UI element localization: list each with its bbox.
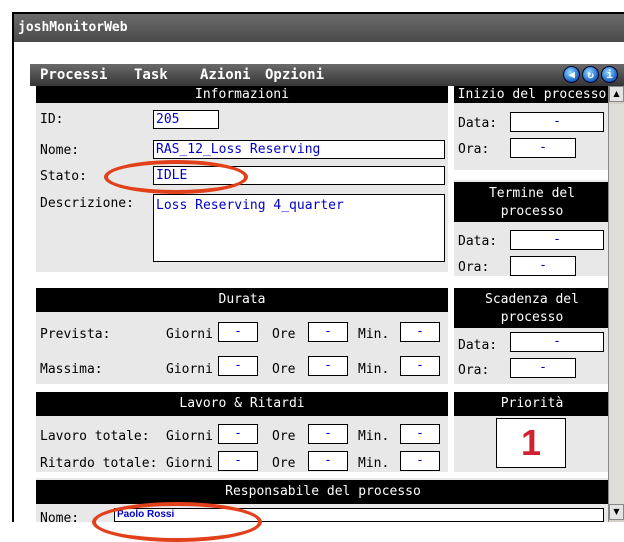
inizio-data-label: Data: (458, 116, 498, 131)
responsabile-nome-label: Nome: (40, 511, 80, 526)
massima-label: Massima: (40, 362, 103, 377)
massima-min-label: Min. (358, 362, 390, 377)
massima-min-field[interactable]: - (400, 356, 440, 376)
scroll-down-icon[interactable]: ▼ (609, 504, 624, 520)
prevista-min-label: Min. (358, 327, 390, 342)
descrizione-field[interactable]: Loss Reserving 4_quarter (153, 194, 445, 262)
lavoro-min-field[interactable]: - (400, 424, 440, 444)
id-label: ID: (40, 112, 64, 127)
scadenza-ora-label: Ora: (458, 363, 490, 378)
lavoro-ore-field[interactable]: - (308, 424, 348, 444)
prevista-label: Prevista: (40, 327, 111, 342)
nome-field[interactable]: RAS_12_Loss Reserving (153, 140, 445, 159)
scadenza-header-line1: Scadenza del (485, 292, 579, 307)
window-title: joshMonitorWeb (14, 14, 624, 42)
prevista-giorni-label: Giorni (166, 327, 213, 342)
massima-giorni-field[interactable]: - (218, 356, 258, 376)
lavoro-totale-label: Lavoro totale: (40, 429, 150, 444)
vertical-scrollbar[interactable]: ▲ ▼ (608, 86, 624, 522)
ritardo-min-field[interactable]: - (400, 451, 440, 471)
prevista-giorni-field[interactable]: - (218, 322, 258, 342)
ritardo-giorni-field[interactable]: - (218, 451, 258, 471)
lavoro-ore-label: Ore (272, 429, 296, 444)
termine-data-field[interactable]: - (510, 230, 604, 250)
termine-ora-label: Ora: (458, 260, 490, 275)
menu-task[interactable]: Task (134, 64, 168, 86)
scadenza-header: Scadenza del processo (454, 288, 610, 328)
lavoro-giorni-field[interactable]: - (218, 424, 258, 444)
massima-giorni-label: Giorni (166, 362, 213, 377)
termine-header: Termine del processo (454, 182, 610, 222)
prevista-ore-label: Ore (272, 327, 296, 342)
massima-ore-label: Ore (272, 362, 296, 377)
menu-opzioni[interactable]: Opzioni (265, 64, 324, 86)
ritardo-ore-label: Ore (272, 456, 296, 471)
termine-header-line2: processo (500, 204, 564, 219)
lavoro-header: Lavoro & Ritardi (36, 392, 448, 416)
termine-ora-field[interactable]: - (510, 256, 576, 276)
scadenza-ora-field[interactable]: - (510, 358, 576, 378)
ritardo-totale-label: Ritardo totale: (40, 456, 158, 471)
massima-ore-field[interactable]: - (308, 356, 348, 376)
inizio-header: Inizio del processo (454, 86, 610, 103)
inizio-data-field[interactable]: - (510, 112, 604, 132)
id-field[interactable]: 205 (153, 110, 219, 129)
back-icon[interactable]: ◀ (563, 66, 580, 83)
durata-header: Durata (36, 288, 448, 312)
menu-bar: Processi Task Azioni Opzioni ◀ ↻ i (30, 64, 624, 86)
inizio-ora-field[interactable]: - (510, 138, 576, 158)
scadenza-header-line2: processo (500, 310, 564, 325)
ritardo-min-label: Min. (358, 456, 390, 471)
stato-label: Stato: (40, 169, 87, 184)
nome-label: Nome: (40, 143, 80, 158)
termine-data-label: Data: (458, 234, 498, 249)
refresh-icon[interactable]: ↻ (582, 66, 599, 83)
lavoro-giorni-label: Giorni (166, 429, 213, 444)
info-icon[interactable]: i (601, 66, 618, 83)
menu-azioni[interactable]: Azioni (200, 64, 251, 86)
stato-highlight-oval (104, 160, 248, 194)
prevista-min-field[interactable]: - (400, 322, 440, 342)
nome-highlight-oval (92, 502, 262, 542)
scroll-up-icon[interactable]: ▲ (609, 86, 624, 102)
ritardo-giorni-label: Giorni (166, 456, 213, 471)
informazioni-header: Informazioni (36, 86, 448, 103)
priority-value: 1 (496, 418, 566, 468)
scadenza-data-field[interactable]: - (510, 332, 604, 352)
termine-header-line1: Termine del (488, 186, 576, 201)
responsabile-header: Responsabile del processo (36, 480, 610, 504)
scrollbar-track[interactable] (609, 104, 624, 512)
inizio-ora-label: Ora: (458, 142, 490, 157)
lavoro-min-label: Min. (358, 429, 390, 444)
menu-processi[interactable]: Processi (40, 64, 107, 86)
descrizione-label: Descrizione: (40, 196, 134, 211)
scadenza-data-label: Data: (458, 338, 498, 353)
prevista-ore-field[interactable]: - (308, 322, 348, 342)
priorita-header: Priorità (454, 392, 610, 416)
ritardo-ore-field[interactable]: - (308, 451, 348, 471)
